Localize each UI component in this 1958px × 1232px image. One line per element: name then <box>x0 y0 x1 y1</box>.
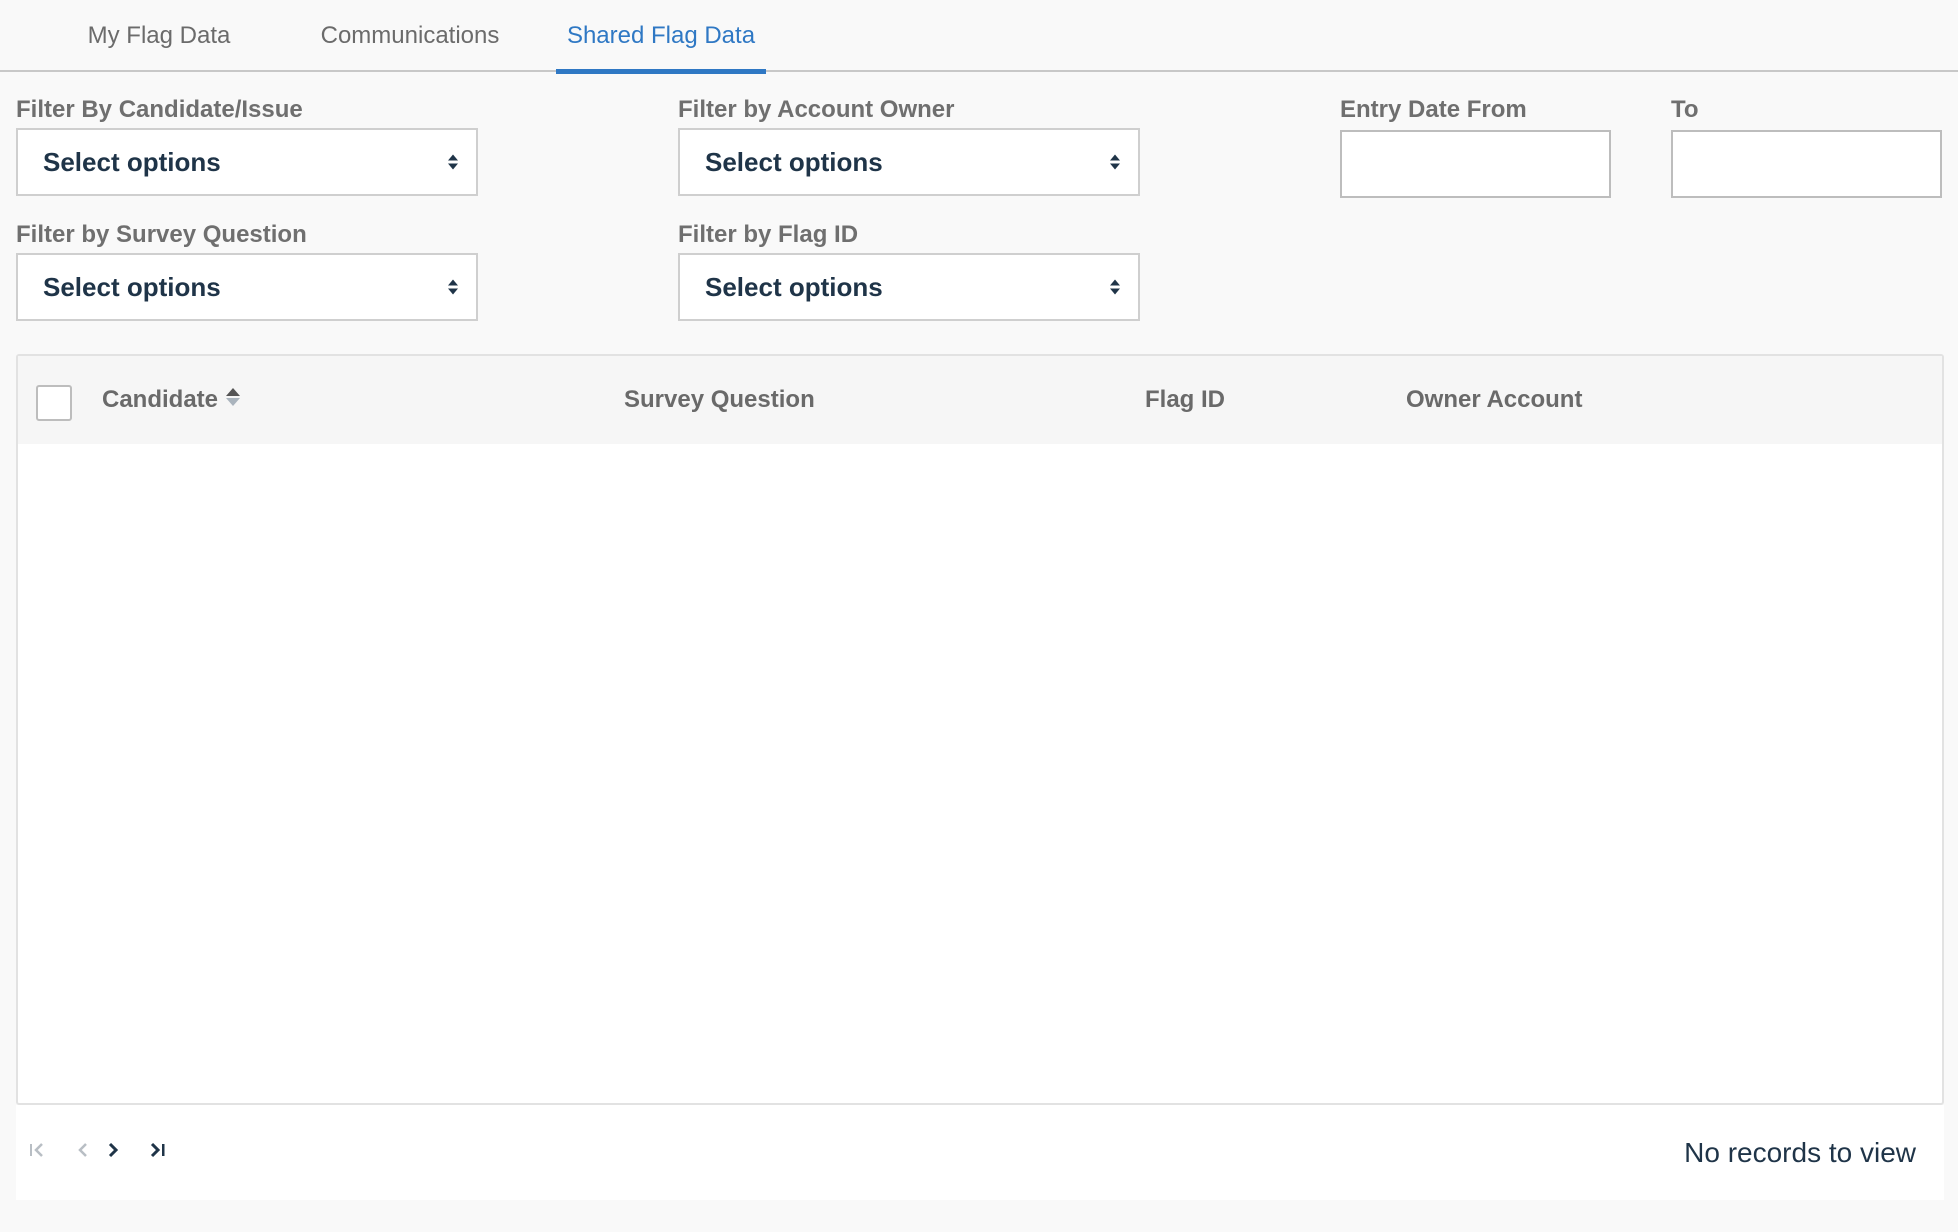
filter-flag-id-select[interactable]: Select options <box>678 253 1140 321</box>
select-arrows-icon <box>1110 154 1120 170</box>
tab-shared-flag-data[interactable]: Shared Flag Data <box>556 0 766 74</box>
prev-page-icon[interactable] <box>70 1135 96 1165</box>
select-arrows-icon <box>448 154 458 170</box>
tab-bar: My Flag Data Communications Shared Flag … <box>0 0 1958 74</box>
tab-communications[interactable]: Communications <box>305 0 515 72</box>
column-header-candidate-label: Candidate <box>102 386 219 413</box>
column-header-candidate[interactable]: Candidate <box>102 356 241 444</box>
filter-account-owner-label: Filter by Account Owner <box>678 96 955 123</box>
records-status: No records to view <box>1684 1136 1916 1168</box>
filter-survey-question-label: Filter by Survey Question <box>16 221 307 248</box>
entry-date-to-label: To <box>1671 96 1699 123</box>
column-header-owner-account: Owner Account <box>1406 386 1583 413</box>
filter-survey-question-value: Select options <box>43 271 221 302</box>
entry-date-to-input[interactable] <box>1671 130 1942 198</box>
flag-data-grid: Candidate Survey Question Flag ID Owner … <box>16 354 1944 1105</box>
next-page-icon[interactable] <box>100 1135 126 1165</box>
filter-flag-id-label: Filter by Flag ID <box>678 221 859 248</box>
last-page-icon[interactable] <box>144 1135 170 1165</box>
select-arrows-icon <box>448 279 458 295</box>
select-all-checkbox[interactable] <box>36 385 72 421</box>
grid-header: Candidate Survey Question Flag ID Owner … <box>18 356 1942 444</box>
filter-account-owner-value: Select options <box>705 146 883 177</box>
column-header-flag-id: Flag ID <box>1145 386 1226 413</box>
filter-candidate-label: Filter By Candidate/Issue <box>16 96 303 123</box>
filter-flag-id-value: Select options <box>705 271 883 302</box>
entry-date-from-label: Entry Date From <box>1340 96 1527 123</box>
filter-candidate-value: Select options <box>43 146 221 177</box>
entry-date-from-input[interactable] <box>1340 130 1611 198</box>
select-arrows-icon <box>1110 279 1120 295</box>
filter-account-owner-select[interactable]: Select options <box>678 128 1140 196</box>
tab-my-flag-data[interactable]: My Flag Data <box>74 0 244 72</box>
filter-survey-question-select[interactable]: Select options <box>16 253 478 321</box>
filter-candidate-select[interactable]: Select options <box>16 128 478 196</box>
column-header-survey-question: Survey Question <box>624 386 815 413</box>
sort-icon <box>226 388 241 406</box>
first-page-icon[interactable] <box>26 1135 52 1165</box>
grid-pager: No records to view <box>16 1105 1944 1200</box>
